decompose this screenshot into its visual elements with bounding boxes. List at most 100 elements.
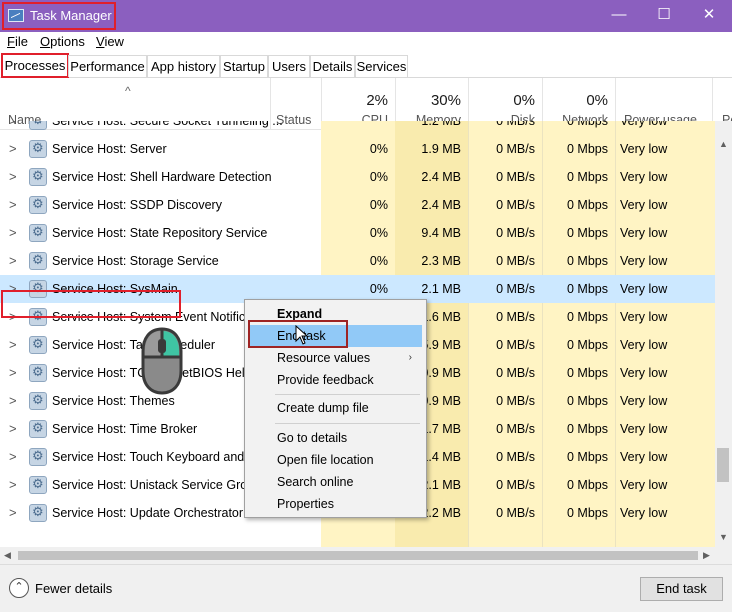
disk-value: 0 MB/s	[496, 338, 535, 352]
power-usage-value: Very low	[620, 478, 668, 492]
menu-open-file-location[interactable]: Open file location	[249, 449, 422, 471]
chevron-right-icon[interactable]: >	[9, 449, 17, 464]
tab-performance[interactable]: Performance	[68, 55, 147, 77]
network-value: 0 Mbps	[567, 121, 608, 128]
memory-value: 0.9 MB	[421, 394, 461, 408]
chevron-right-icon[interactable]: >	[9, 477, 17, 492]
fewer-details-link[interactable]: Fewer details	[35, 581, 112, 596]
disk-value: 0 MB/s	[496, 121, 535, 128]
gear-icon	[29, 476, 47, 494]
menu-properties[interactable]: Properties	[249, 493, 422, 515]
memory-value: 1.9 MB	[421, 142, 461, 156]
scroll-up-icon[interactable]: ▲	[719, 139, 728, 149]
process-name: Service Host: SSDP Discovery	[52, 198, 222, 212]
menu-options[interactable]: Options	[40, 34, 85, 49]
tab-app-history[interactable]: App history	[147, 55, 220, 77]
vertical-scroll-thumb[interactable]	[717, 448, 729, 482]
network-value: 0 Mbps	[567, 506, 608, 520]
chevron-right-icon[interactable]: >	[9, 365, 17, 380]
memory-value: 1.4 MB	[421, 450, 461, 464]
memory-value: 1.6 MB	[421, 310, 461, 324]
tab-services[interactable]: Services	[355, 55, 408, 77]
scroll-corner	[715, 547, 732, 564]
cpu-value: 0%	[369, 142, 388, 156]
table-row[interactable]: > Service Host: Shell Hardware Detection 0…	[0, 163, 715, 191]
title-bar: Task Manager — ☐ ✕	[0, 0, 732, 32]
process-name: Service Host: Task Scheduler	[52, 338, 216, 352]
menu-resource-values-label: Resource values	[277, 351, 371, 365]
power-usage-value: Very low	[620, 366, 668, 380]
disk-value: 0 MB/s	[496, 310, 535, 324]
chevron-right-icon[interactable]: >	[9, 197, 17, 212]
network-value: 0 Mbps	[567, 254, 608, 268]
close-button[interactable]: ✕	[686, 0, 732, 32]
memory-value: 2.4 MB	[421, 198, 461, 212]
chevron-right-icon[interactable]: >	[9, 225, 17, 240]
memory-value: 1.2 MB	[421, 121, 461, 128]
disk-value: 0 MB/s	[496, 366, 535, 380]
sysmain-highlight-box	[1, 290, 181, 318]
chevron-right-icon[interactable]: >	[9, 505, 17, 520]
power-usage-value: Very low	[620, 226, 668, 240]
horizontal-scroll-thumb[interactable]	[18, 551, 698, 560]
gear-icon	[29, 168, 47, 186]
process-name: Service Host: Shell Hardware Detection	[52, 170, 272, 184]
tab-details[interactable]: Details	[310, 55, 355, 77]
header-cpu-pct: 2%	[366, 92, 388, 109]
menu-search-online[interactable]: Search online	[249, 471, 422, 493]
disk-value: 0 MB/s	[496, 282, 535, 296]
menu-separator	[275, 394, 420, 395]
power-usage-value: Very low	[620, 338, 668, 352]
tab-users[interactable]: Users	[268, 55, 310, 77]
minimize-button[interactable]: —	[596, 0, 642, 32]
menu-separator	[275, 423, 420, 424]
tab-strip: Processes Performance App history Startu…	[0, 52, 732, 78]
network-value: 0 Mbps	[567, 142, 608, 156]
menu-go-to-details[interactable]: Go to details	[249, 427, 422, 449]
menu-view[interactable]: View	[96, 34, 124, 49]
disk-value: 0 MB/s	[496, 226, 535, 240]
cpu-value: 0%	[369, 254, 388, 268]
submenu-arrow-icon: ›	[408, 352, 412, 363]
network-value: 0 Mbps	[567, 478, 608, 492]
end-task-button[interactable]: End task	[640, 577, 723, 601]
chevron-right-icon[interactable]: >	[9, 141, 17, 156]
scroll-down-icon[interactable]: ▼	[719, 532, 728, 542]
table-row[interactable]: > Service Host: Secure Socket Tunneling .…	[0, 121, 715, 135]
collapse-icon[interactable]: ⌃	[9, 578, 29, 598]
table-row[interactable]: > Service Host: State Repository Service 0…	[0, 219, 715, 247]
footer-bar: ⌃ Fewer details End task	[0, 564, 732, 612]
disk-value: 0 MB/s	[496, 254, 535, 268]
power-usage-value: Very low	[620, 198, 668, 212]
power-usage-value: Very low	[620, 142, 668, 156]
gear-icon	[29, 140, 47, 158]
chevron-right-icon[interactable]: >	[9, 421, 17, 436]
chevron-right-icon[interactable]: >	[9, 253, 17, 268]
table-row[interactable]: > Service Host: Server 0% 1.9 MB 0 MB/s 0 Mbp…	[0, 135, 715, 163]
table-row[interactable]: > Service Host: SSDP Discovery 0% 2.4 MB 0 M…	[0, 191, 715, 219]
horizontal-scrollbar[interactable]: ◀ ▶	[0, 547, 715, 564]
process-name: Service Host: State Repository Service	[52, 226, 268, 240]
network-value: 0 Mbps	[567, 422, 608, 436]
gear-icon	[29, 336, 47, 354]
tab-startup[interactable]: Startup	[220, 55, 268, 77]
scroll-left-icon[interactable]: ◀	[4, 550, 11, 561]
scroll-right-icon[interactable]: ▶	[703, 550, 710, 561]
maximize-button[interactable]: ☐	[641, 0, 687, 32]
chevron-right-icon[interactable]: >	[9, 169, 17, 184]
chevron-right-icon[interactable]: >	[9, 121, 17, 128]
menu-create-dump-file[interactable]: Create dump file	[249, 397, 422, 419]
process-name: Service Host: Themes	[52, 394, 175, 408]
tab-processes[interactable]: Processes	[1, 53, 69, 78]
network-value: 0 Mbps	[567, 282, 608, 296]
vertical-scrollbar[interactable]: ▲ ▼	[715, 121, 732, 547]
power-usage-value: Very low	[620, 310, 668, 324]
disk-value: 0 MB/s	[496, 170, 535, 184]
chevron-right-icon[interactable]: >	[9, 393, 17, 408]
chevron-right-icon[interactable]: >	[9, 337, 17, 352]
menu-file[interactable]: File	[7, 34, 28, 49]
menu-provide-feedback[interactable]: Provide feedback	[249, 369, 422, 391]
menu-resource-values[interactable]: Resource values ›	[249, 347, 422, 369]
table-row[interactable]: > Service Host: Storage Service 0% 2.3 MB 0 …	[0, 247, 715, 275]
cpu-value: 0%	[369, 282, 388, 296]
